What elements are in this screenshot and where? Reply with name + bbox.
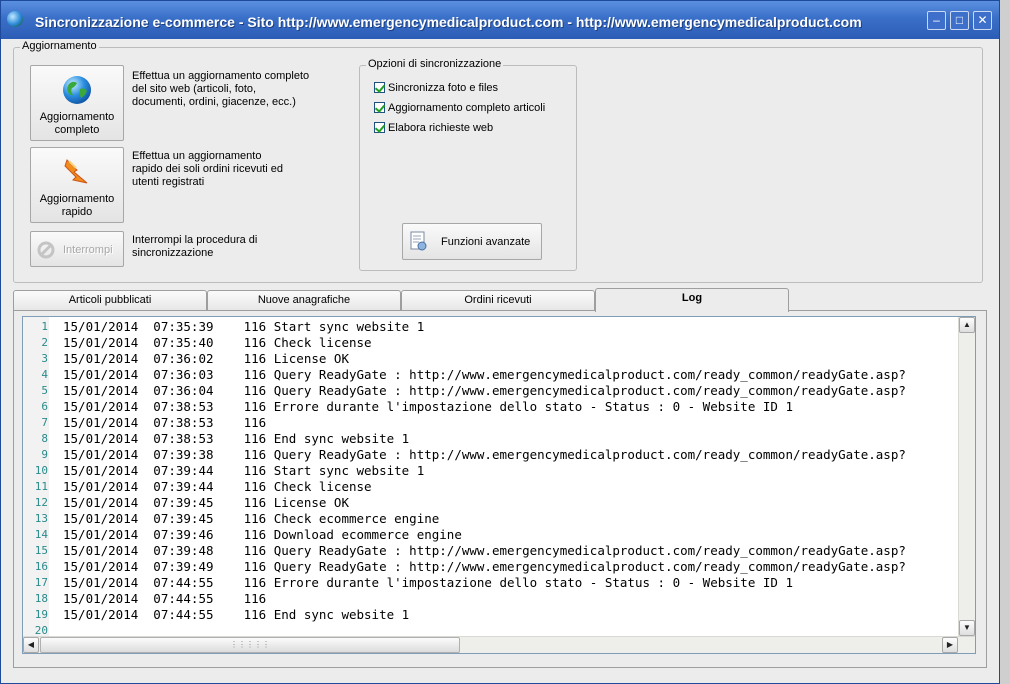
minimize-button[interactable]: – — [927, 11, 946, 30]
line-number: 19 — [34, 608, 48, 621]
line-number: 11 — [34, 480, 48, 493]
full-update-description: Effettua un aggiornamento completo del s… — [132, 70, 310, 108]
scroll-right-arrow-icon[interactable]: ▶ — [942, 637, 958, 653]
web-requests-checkbox[interactable]: Elabora richieste web — [374, 122, 493, 136]
sync-photos-checkbox[interactable]: Sincronizza foto e files — [374, 82, 498, 96]
interrupt-label: Interrompi — [63, 244, 113, 256]
horizontal-scroll-thumb[interactable]: ⋮⋮⋮⋮⋮ — [40, 637, 460, 653]
log-tab-panel: 1 15/01/2014 07:35:39 116 Start sync webs… — [13, 310, 987, 668]
log-text: 15/01/2014 07:44:55 116 — [63, 591, 267, 606]
window-title: Sincronizzazione e-commerce - Sito http:… — [35, 14, 862, 30]
full-articles-label: Aggiornamento completo articoli — [388, 102, 546, 114]
tab-nuove-anagrafiche[interactable]: Nuove anagrafiche — [207, 290, 401, 311]
scroll-left-arrow-icon[interactable]: ◀ — [23, 637, 39, 653]
line-number: 3 — [41, 352, 48, 365]
line-number: 6 — [41, 400, 48, 413]
checkbox-icon — [374, 122, 385, 133]
log-text: 15/01/2014 07:35:39 116 Start sync websi… — [63, 319, 425, 334]
scroll-up-arrow-icon[interactable]: ▲ — [959, 317, 975, 333]
checkbox-icon — [374, 82, 385, 93]
interrupt-description: Interrompi la procedura di sincronizzazi… — [132, 234, 258, 259]
tab-log[interactable]: Log — [595, 288, 789, 312]
log-text: 15/01/2014 07:36:03 116 Query ReadyGate … — [63, 367, 906, 382]
log-editor[interactable]: 1 15/01/2014 07:35:39 116 Start sync webs… — [22, 316, 976, 654]
update-group-label: Aggiornamento — [20, 40, 99, 52]
quick-update-label: Aggiornamento rapido — [39, 193, 115, 218]
line-number: 8 — [41, 432, 48, 445]
line-number: 15 — [34, 544, 48, 557]
log-text: 15/01/2014 07:35:40 116 Check license — [63, 335, 372, 350]
line-number: 2 — [41, 336, 48, 349]
close-button[interactable]: ✕ — [973, 11, 992, 30]
sync-photos-label: Sincronizza foto e files — [388, 82, 499, 94]
sync-window: Sincronizzazione e-commerce - Sito http:… — [0, 0, 1000, 684]
log-text: 15/01/2014 07:36:04 116 Query ReadyGate … — [63, 383, 906, 398]
advanced-functions-button[interactable]: Funzioni avanzate — [402, 223, 542, 260]
log-text: 15/01/2014 07:39:46 116 Download ecommer… — [63, 527, 462, 542]
log-text: 15/01/2014 07:39:44 116 Start sync websi… — [63, 463, 425, 478]
log-text: 15/01/2014 07:39:45 116 License OK — [63, 495, 349, 510]
line-number: 9 — [41, 448, 48, 461]
line-number: 16 — [34, 560, 48, 573]
log-text: 15/01/2014 07:39:48 116 Query ReadyGate … — [63, 543, 906, 558]
log-text: 15/01/2014 07:44:55 116 End sync website… — [63, 607, 410, 622]
log-text: 15/01/2014 07:39:38 116 Query ReadyGate … — [63, 447, 906, 462]
full-update-label: Aggiornamento completo — [39, 111, 115, 136]
log-text: 15/01/2014 07:38:53 116 End sync website… — [63, 431, 410, 446]
quick-update-button[interactable]: Aggiornamento rapido — [30, 147, 124, 223]
scroll-down-arrow-icon[interactable]: ▼ — [959, 620, 975, 636]
sync-options-group: Opzioni di sincronizzazione Sincronizza … — [359, 58, 577, 271]
line-number: 10 — [34, 464, 48, 477]
lightning-arrow-icon — [64, 159, 88, 184]
log-text: 15/01/2014 07:44:55 116 Errore durante l… — [63, 575, 793, 590]
log-text: 15/01/2014 07:39:49 116 Query ReadyGate … — [63, 559, 906, 574]
vertical-scrollbar[interactable]: ▲ ▼ — [958, 317, 975, 636]
log-text: 15/01/2014 07:39:44 116 Check license — [63, 479, 372, 494]
tab-ordini-ricevuti[interactable]: Ordini ricevuti — [401, 290, 595, 311]
checkbox-icon — [374, 102, 385, 113]
line-number: 17 — [34, 576, 48, 589]
line-number: 13 — [34, 512, 48, 525]
advanced-functions-label: Funzioni avanzate — [441, 236, 531, 248]
line-number: 18 — [34, 592, 48, 605]
full-update-button[interactable]: Aggiornamento completo — [30, 65, 124, 141]
web-requests-label: Elabora richieste web — [388, 122, 494, 134]
line-number: 7 — [41, 416, 48, 429]
title-bar[interactable]: Sincronizzazione e-commerce - Sito http:… — [1, 1, 999, 39]
log-text: 15/01/2014 07:38:53 116 Errore durante l… — [63, 399, 793, 414]
line-number: 14 — [34, 528, 48, 541]
log-text: 15/01/2014 07:39:45 116 Check ecommerce … — [63, 511, 440, 526]
sync-options-label: Opzioni di sincronizzazione — [366, 58, 504, 70]
interrupt-button[interactable]: Interrompi — [30, 231, 124, 267]
line-number: 4 — [41, 368, 48, 381]
full-articles-checkbox[interactable]: Aggiornamento completo articoli — [374, 102, 545, 116]
stop-icon — [37, 241, 55, 259]
log-text: 15/01/2014 07:36:02 116 License OK — [63, 351, 349, 366]
line-number: 1 — [41, 320, 48, 333]
globe-icon — [63, 76, 91, 104]
line-number: 12 — [34, 496, 48, 509]
maximize-button[interactable]: □ — [950, 11, 969, 30]
log-text: 15/01/2014 07:38:53 116 — [63, 415, 267, 430]
quick-update-description: Effettua un aggiornamento rapido dei sol… — [132, 150, 284, 188]
line-number: 5 — [41, 384, 48, 397]
globe-icon — [7, 11, 23, 27]
document-gear-icon — [410, 231, 427, 251]
horizontal-scrollbar[interactable]: ◀ ⋮⋮⋮⋮⋮ ▶ — [23, 636, 975, 653]
tab-articoli-pubblicati[interactable]: Articoli pubblicati — [13, 290, 207, 311]
